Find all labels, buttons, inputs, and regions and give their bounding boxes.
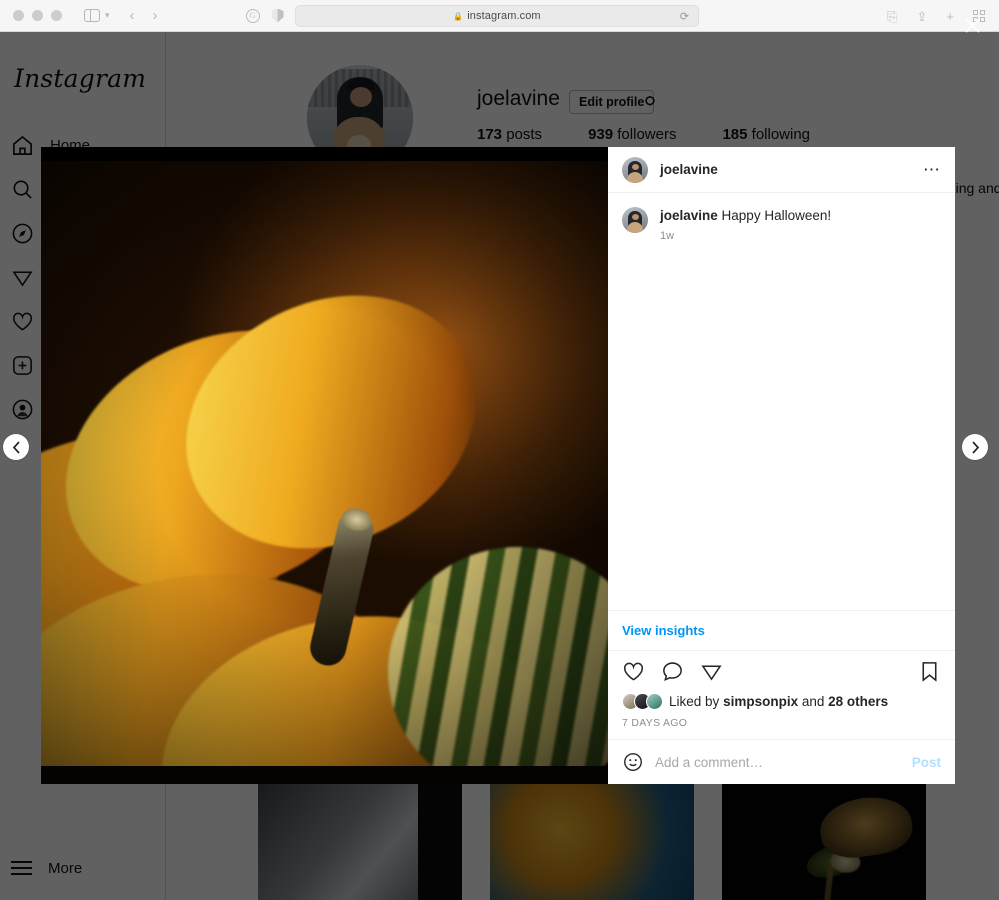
post-modal: joelavine ⋯ joelavine Happy Halloween! 1…: [41, 147, 955, 784]
comment-bubble-icon[interactable]: [661, 660, 684, 683]
url-text: instagram.com: [467, 10, 540, 22]
maximize-window-button[interactable]: [51, 10, 62, 21]
likes-row: Liked by simpsonpix and 28 others: [622, 693, 941, 710]
caption-timestamp: 1w: [660, 230, 831, 242]
minimize-window-button[interactable]: [32, 10, 43, 21]
liker-username[interactable]: simpsonpix: [723, 694, 798, 709]
post-author-username[interactable]: joelavine: [660, 162, 718, 177]
bookmark-icon[interactable]: [918, 660, 941, 683]
previous-arrow-icon: [12, 441, 21, 454]
sidebar-toggle-icon[interactable]: ▾: [84, 9, 110, 22]
privacy-shield-icon[interactable]: [272, 9, 284, 23]
add-comment-bar: Post: [608, 739, 955, 784]
add-comment-input[interactable]: [655, 755, 901, 770]
post-header: joelavine ⋯: [608, 147, 955, 193]
avatar[interactable]: [622, 207, 648, 233]
liker-avatars: [622, 693, 663, 710]
previous-post-button[interactable]: [3, 434, 29, 460]
emoji-smiley-icon[interactable]: [622, 751, 644, 773]
browser-navigation[interactable]: ‹ ›: [130, 8, 158, 23]
caption-item: joelavine Happy Halloween! 1w: [622, 207, 941, 242]
browser-toolbar: ▾ ‹ › G 🔒 instagram.com ⟳ ⎘ ⇪ +: [0, 0, 999, 32]
close-window-button[interactable]: [13, 10, 24, 21]
downloads-icon[interactable]: ⎘: [887, 10, 897, 23]
other-likers-link[interactable]: 28 others: [828, 694, 888, 709]
avatar: [646, 693, 663, 710]
comments-list: joelavine Happy Halloween! 1w: [608, 193, 955, 610]
extension-g-icon[interactable]: G: [246, 9, 260, 23]
avatar[interactable]: [622, 157, 648, 183]
browser-window: ▾ ‹ › G 🔒 instagram.com ⟳ ⎘ ⇪ + Instagra…: [0, 0, 999, 900]
caption-text: joelavine Happy Halloween!: [660, 207, 831, 225]
post-actions: Liked by simpsonpix and 28 others 7 DAYS…: [608, 650, 955, 739]
address-bar[interactable]: 🔒 instagram.com ⟳: [295, 5, 699, 27]
back-arrow-icon[interactable]: ‹: [130, 8, 135, 23]
lock-icon: 🔒: [453, 12, 463, 21]
share-icon[interactable]: ⇪: [917, 10, 928, 23]
forward-arrow-icon[interactable]: ›: [153, 8, 158, 23]
post-details-panel: joelavine ⋯ joelavine Happy Halloween! 1…: [608, 147, 955, 784]
reload-icon[interactable]: ⟳: [680, 10, 689, 23]
post-timestamp: 7 DAYS AGO: [622, 717, 941, 729]
likes-text: Liked by simpsonpix and 28 others: [669, 694, 888, 709]
heart-icon[interactable]: [622, 660, 645, 683]
caption-username[interactable]: joelavine: [660, 208, 718, 223]
close-icon: [964, 17, 981, 34]
view-insights-link[interactable]: View insights: [622, 623, 705, 638]
next-arrow-icon: [971, 441, 980, 454]
share-paper-plane-icon[interactable]: [700, 660, 723, 683]
new-tab-icon[interactable]: +: [946, 10, 954, 23]
post-media[interactable]: [41, 147, 608, 784]
close-modal-button[interactable]: [957, 10, 987, 40]
window-traffic-lights[interactable]: [13, 10, 62, 21]
insights-section: View insights: [608, 610, 955, 650]
post-comment-button[interactable]: Post: [912, 755, 941, 770]
next-post-button[interactable]: [962, 434, 988, 460]
